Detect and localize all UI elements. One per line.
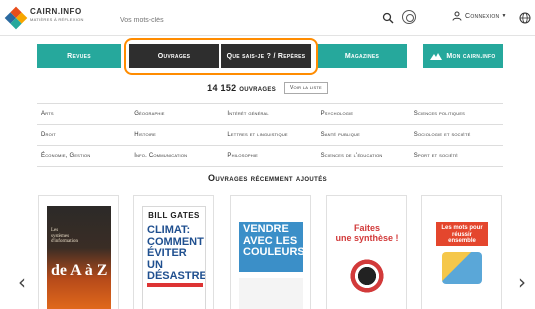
recent-section-title: Ouvrages récemment ajoutés: [207, 173, 328, 183]
book-cover: Les systèmes d'information de A à Z: [47, 206, 111, 309]
cover-title: de A à Z: [51, 262, 108, 279]
cover-text: d'information: [51, 239, 79, 244]
category-link[interactable]: Économie, Gestion: [37, 146, 131, 167]
cover-title: CLIMAT:: [147, 224, 191, 236]
category-link[interactable]: Santé publique: [316, 125, 410, 146]
search-input[interactable]: [118, 11, 398, 30]
book-cover: BILL GATES CLIMAT: COMMENT ÉVITER UN DÉS…: [142, 206, 206, 309]
book-card[interactable]: Les mots pour réussir ensemble: [421, 195, 502, 309]
cover-title: ÉVITER UN: [147, 247, 187, 271]
category-link[interactable]: Sport et société: [409, 146, 503, 167]
book-card[interactable]: BILL GATES CLIMAT: COMMENT ÉVITER UN DÉS…: [133, 195, 214, 309]
category-link[interactable]: Info. Communication: [130, 146, 224, 167]
search-field[interactable]: [118, 9, 398, 30]
connexion-menu[interactable]: Connexion ▼: [452, 11, 507, 21]
cover-title: une synthèse !: [335, 232, 399, 243]
book-card[interactable]: Les systèmes d'information de A à Z: [38, 195, 119, 309]
book-cover: VENDRE AVEC LES COULEURS: [239, 206, 303, 309]
book-cover: Faites une synthèse !: [335, 206, 399, 309]
chevron-down-icon: ▼: [501, 13, 507, 19]
cover-title: DÉSASTRE: [147, 270, 206, 283]
logo-tagline: MATIÈRES À RÉFLEXION: [30, 17, 84, 22]
voir-la-liste-button[interactable]: Voir la liste: [284, 82, 328, 94]
globe-icon[interactable]: [519, 11, 531, 24]
nav-revues[interactable]: Revues: [37, 44, 121, 68]
user-icon: [452, 11, 462, 21]
ouvrages-count: 14 152 ouvrages: [207, 83, 277, 93]
recent-carousel: ‹ › Les systèmes d'information de A à Z …: [0, 192, 535, 309]
connexion-label: Connexion: [465, 12, 500, 20]
top-bar: CAIRN.INFO MATIÈRES À RÉFLEXION Connexio…: [0, 0, 535, 36]
category-link[interactable]: Sociologie et société: [409, 125, 503, 146]
carousel-next-icon[interactable]: ›: [518, 272, 526, 292]
cover-title: VENDRE: [243, 223, 289, 235]
book-card[interactable]: Faites une synthèse !: [326, 195, 407, 309]
category-link[interactable]: Psychologie: [316, 104, 410, 125]
cairn-logo[interactable]: CAIRN.INFO MATIÈRES À RÉFLEXION: [4, 6, 84, 30]
book-card[interactable]: VENDRE AVEC LES COULEURS: [230, 195, 311, 309]
category-link[interactable]: Sciences de l'éducation: [316, 146, 410, 167]
category-link[interactable]: Droit: [37, 125, 131, 146]
search-icon[interactable]: [382, 11, 394, 24]
logo-name: CAIRN.INFO: [30, 7, 82, 16]
nav-magazines[interactable]: Magazines: [317, 44, 407, 68]
settings-icon[interactable]: [402, 10, 416, 24]
mountain-icon: [430, 53, 443, 60]
cover-title: Les mots pour: [441, 225, 483, 231]
cover-author: BILL GATES: [148, 211, 200, 220]
nav-mon-cairn[interactable]: Mon cairn.info: [423, 44, 503, 68]
category-link[interactable]: Philosophie: [223, 146, 317, 167]
highlight-annotation: [124, 38, 318, 75]
cover-title: COULEURS: [243, 246, 303, 259]
book-cover: Les mots pour réussir ensemble: [430, 206, 494, 309]
category-link[interactable]: Arts: [37, 104, 131, 125]
category-link[interactable]: Sciences politiques: [409, 104, 503, 125]
category-link[interactable]: Lettres et linguistique: [223, 125, 317, 146]
ouvrages-summary: 14 152 ouvrages Voir la liste: [0, 82, 535, 94]
category-grid: Arts Géographie Intérêt général Psycholo…: [37, 103, 503, 167]
category-link[interactable]: Histoire: [130, 125, 224, 146]
cover-title: réussir ensemble: [448, 231, 476, 245]
category-link[interactable]: Géographie: [130, 104, 224, 125]
nav-mon-cairn-label: Mon cairn.info: [446, 52, 496, 60]
carousel-prev-icon[interactable]: ‹: [18, 272, 26, 292]
category-link[interactable]: Intérêt général: [223, 104, 317, 125]
logo-mark-icon: [4, 6, 28, 30]
